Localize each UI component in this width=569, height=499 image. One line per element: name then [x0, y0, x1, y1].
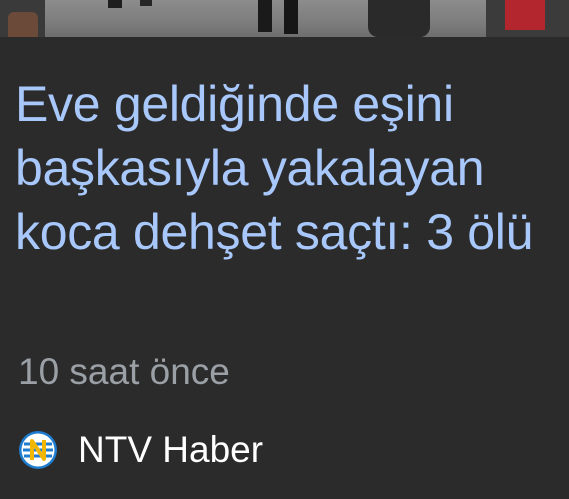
photo-figure-left	[8, 12, 38, 37]
photo-leg-4	[284, 0, 298, 34]
article-source: NTV Haber	[18, 425, 263, 475]
photo-leg-2	[140, 0, 152, 6]
photo-leg-1	[108, 0, 122, 8]
news-card[interactable]: Eve geldiğinde eşini başkasıyla yakalaya…	[0, 0, 569, 499]
article-timestamp: 10 saat önce	[18, 351, 230, 392]
photo-red-detail	[505, 0, 545, 30]
article-headline[interactable]: Eve geldiğinde eşini başkasıyla yakalaya…	[15, 72, 555, 264]
ntv-logo-icon	[18, 430, 58, 470]
photo-leg-3	[258, 0, 272, 32]
photo-person-mid	[368, 0, 430, 37]
article-thumbnail[interactable]	[0, 0, 569, 37]
source-name: NTV Haber	[78, 429, 264, 470]
